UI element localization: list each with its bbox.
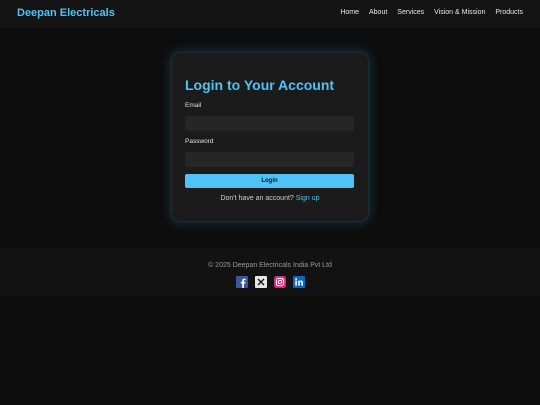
x-icon[interactable] (255, 276, 267, 288)
password-label: Password (185, 138, 214, 145)
nav-link-about[interactable]: About (369, 9, 387, 16)
nav-link-vision-mission[interactable]: Vision & Mission (434, 9, 485, 16)
login-card: Login to Your Account Email Password Log… (172, 53, 368, 221)
footer: © 2025 Deepan Electricals India Pvt Ltd (0, 248, 540, 296)
email-label: Email (185, 102, 202, 109)
login-title: Login to Your Account (185, 77, 335, 93)
signup-prompt-text: Don't have an account? (220, 195, 294, 202)
navbar: Deepan Electricals Home About Services V… (0, 0, 540, 28)
email-field[interactable] (185, 116, 354, 131)
instagram-icon[interactable] (274, 276, 286, 288)
nav-link-home[interactable]: Home (340, 9, 359, 16)
nav-link-products[interactable]: Products (495, 9, 523, 16)
linkedin-icon[interactable] (293, 276, 305, 288)
social-links (236, 276, 305, 288)
signup-link[interactable]: Sign up (296, 195, 320, 202)
password-field[interactable] (185, 152, 354, 167)
copyright-text: © 2025 Deepan Electricals India Pvt Ltd (208, 262, 332, 269)
nav-links: Home About Services Vision & Mission Pro… (340, 9, 523, 16)
brand-logo-text[interactable]: Deepan Electricals (17, 7, 115, 19)
facebook-icon[interactable] (236, 276, 248, 288)
login-button[interactable]: Login (185, 174, 354, 188)
nav-link-services[interactable]: Services (397, 9, 424, 16)
signup-prompt-line: Don't have an account? Sign up (172, 195, 368, 202)
